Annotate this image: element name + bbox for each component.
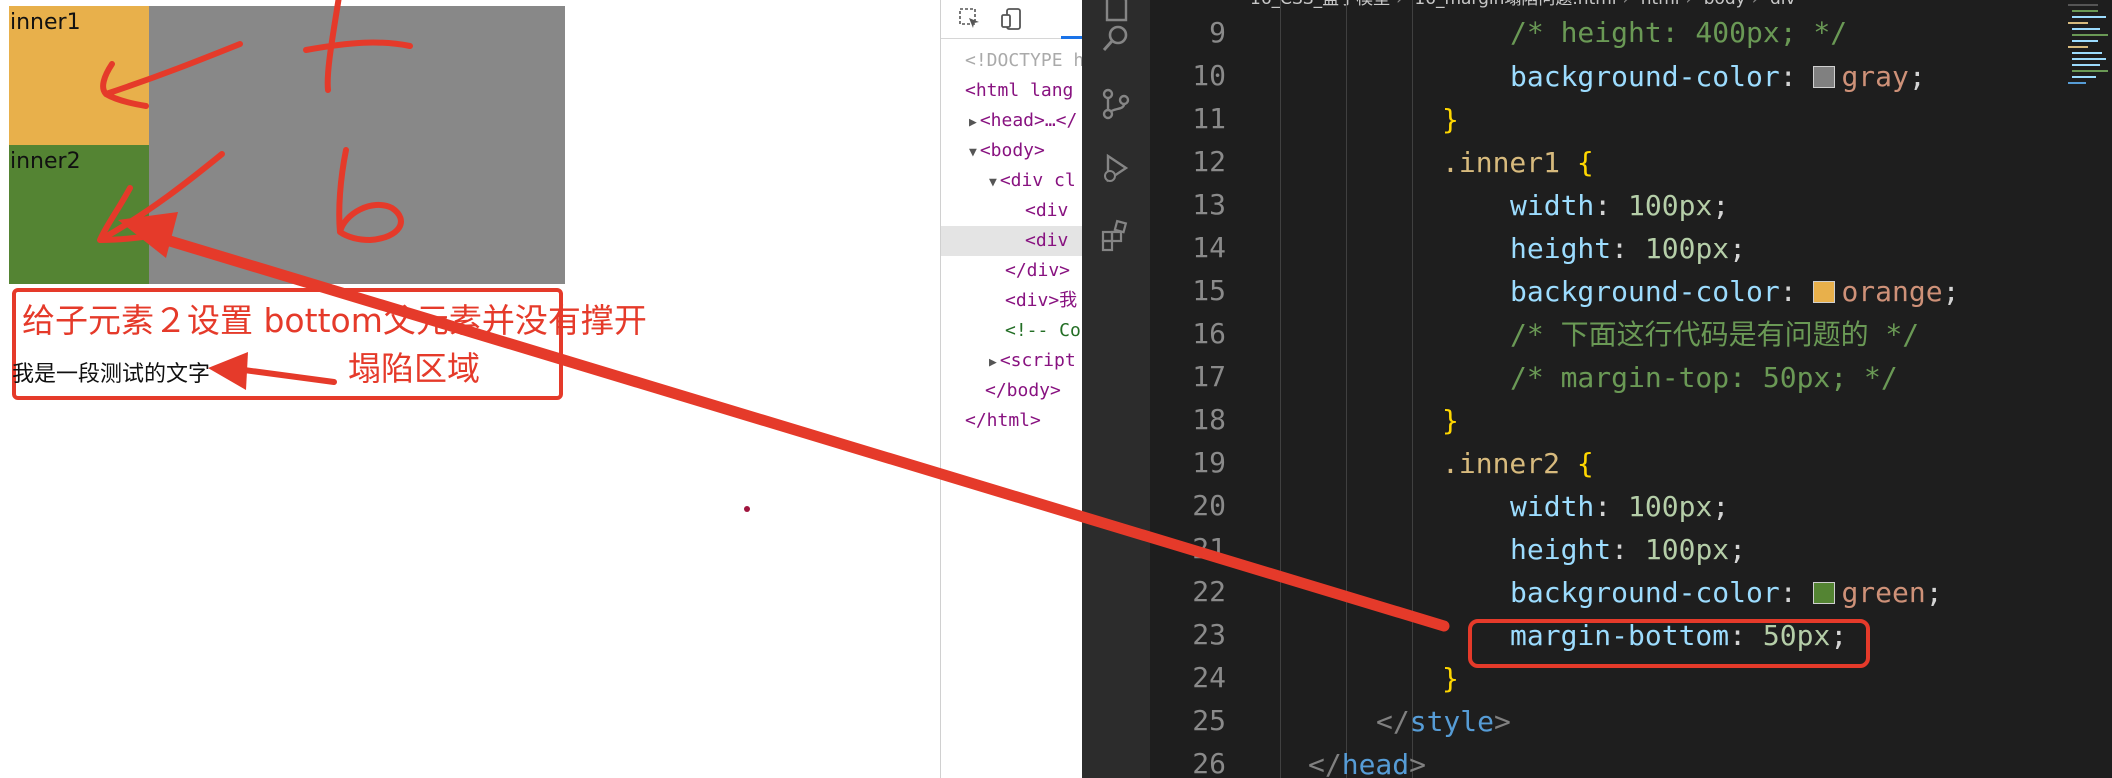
dom-node[interactable]: <!-- Co [941, 316, 1083, 346]
indent-guide [1346, 0, 1347, 778]
dom-node-text: <div [1025, 200, 1069, 221]
minimap[interactable] [2064, 0, 2112, 100]
line-number: 15 [1192, 274, 1226, 307]
test-text: 我是一段测试的文字 [12, 362, 211, 387]
line-number: 20 [1192, 489, 1226, 522]
code-line-12: .inner1 { [1442, 146, 1594, 179]
dom-node[interactable]: ▶ <head>…</ [941, 106, 1083, 136]
code-line-19: .inner2 { [1442, 447, 1594, 480]
annotation-text-2: 塌陷区域 [348, 349, 480, 388]
line-number: 11 [1192, 102, 1226, 135]
outer-box: inner1 inner2 [9, 6, 565, 284]
code-highlight-box [1468, 619, 1870, 668]
line-number: 9 [1209, 16, 1226, 49]
line-number-gutter: 9 10 11 12 13 14 15 16 17 18 19 20 21 22 23 24 25 26 [1150, 0, 1262, 778]
code-line-11: } [1442, 103, 1459, 136]
stray-dot [744, 506, 750, 512]
dom-node[interactable]: </html> [941, 406, 1083, 436]
line-number: 12 [1192, 145, 1226, 178]
collapse-triangle-icon[interactable]: ▼ [969, 145, 977, 160]
dom-node[interactable]: <!DOCTYPE h [941, 46, 1083, 76]
line-number: 14 [1192, 231, 1226, 264]
color-swatch-green[interactable] [1813, 582, 1836, 604]
source-control-icon[interactable] [1098, 86, 1134, 122]
line-number: 13 [1192, 188, 1226, 221]
dom-node[interactable]: ▼ <body> [941, 136, 1083, 166]
line-number: 17 [1192, 360, 1226, 393]
dom-node-text: <html lang [965, 80, 1074, 101]
run-debug-icon[interactable] [1098, 150, 1134, 186]
code-line-26: </head> [1308, 748, 1427, 778]
line-number: 21 [1192, 532, 1226, 565]
inner1-label: inner1 [10, 10, 81, 35]
line-number: 18 [1192, 403, 1226, 436]
dom-node-text: <div [1025, 230, 1069, 251]
code-line-14: height: 100px; [1510, 232, 1747, 265]
line-number: 26 [1192, 747, 1226, 778]
dom-node[interactable]: <div [941, 196, 1083, 226]
devtools-elements-panel: ••• <!DOCTYPE h<html lang▶<head>…</▼<bod… [940, 0, 1083, 778]
line-number: 23 [1192, 618, 1226, 651]
expand-triangle-icon[interactable]: ▶ [969, 115, 977, 130]
color-swatch-orange[interactable] [1813, 281, 1836, 303]
line-number: 22 [1192, 575, 1226, 608]
dom-node-text: </body> [985, 380, 1061, 401]
dom-node-text: <!DOCTYPE h [965, 50, 1083, 71]
page-preview: inner1 inner2 给子元素２设置 bottom父元素并没有撑开 塌陷区… [0, 0, 940, 778]
inspect-element-icon[interactable] [957, 6, 983, 32]
dom-node-text: <head>…</ [979, 110, 1078, 131]
dom-node[interactable]: </body> [941, 376, 1083, 406]
line-number: 24 [1192, 661, 1226, 694]
line-number: 16 [1192, 317, 1226, 350]
active-tab-indicator [1061, 36, 1083, 39]
dom-node[interactable]: <div>我 [941, 286, 1083, 316]
dom-node-text: <!-- Co [1005, 320, 1081, 341]
dom-node[interactable]: ▼ <div cl [941, 166, 1083, 196]
code-line-16: /* 下面这行代码是有问题的 */ [1510, 318, 1920, 351]
dom-node[interactable]: <div [941, 226, 1083, 256]
code-line-21: height: 100px; [1510, 533, 1747, 566]
dom-node-text: <div>我 [1005, 290, 1078, 311]
device-toggle-icon[interactable] [999, 6, 1025, 32]
code-line-17: /* margin-top: 50px; */ [1510, 361, 1898, 394]
devtools-toolbar [941, 0, 1083, 39]
extensions-icon[interactable] [1098, 218, 1134, 254]
dom-node-text: <script [999, 350, 1076, 371]
indent-guide [1412, 0, 1413, 778]
color-swatch-gray[interactable] [1813, 66, 1836, 88]
indent-guide [1280, 0, 1281, 778]
code-line-25: </style> [1376, 705, 1511, 738]
code-line-22: background-color: green; [1510, 576, 1943, 609]
dom-node[interactable]: <html lang [941, 76, 1083, 106]
search-icon[interactable] [1098, 20, 1134, 56]
annotation-text-1: 给子元素２设置 bottom父元素并没有撑开 [22, 301, 647, 340]
inner2-box: inner2 [9, 145, 149, 284]
code-line-9: /* height: 400px; */ [1510, 16, 1848, 49]
collapse-triangle-icon[interactable]: ▼ [989, 175, 997, 190]
line-number: 19 [1192, 446, 1226, 479]
dom-node-text: <body> [979, 140, 1045, 161]
code-line-20: width: 100px; [1510, 490, 1730, 523]
inner2-label: inner2 [10, 149, 81, 174]
line-number: 25 [1192, 704, 1226, 737]
activity-bar [1082, 0, 1150, 778]
code-line-15: background-color: orange; [1510, 275, 1960, 308]
dom-node-text: </div> [1005, 260, 1071, 281]
inner1-box: inner1 [9, 6, 149, 145]
dom-node-text: </html> [965, 410, 1041, 431]
dom-node[interactable]: ▶ <script [941, 346, 1083, 376]
code-line-13: width: 100px; [1510, 189, 1730, 222]
code-line-18: } [1442, 404, 1459, 437]
expand-triangle-icon[interactable]: ▶ [989, 355, 997, 370]
code-line-24: } [1442, 662, 1459, 695]
dom-node[interactable]: </div> [941, 256, 1083, 286]
dom-node-text: <div cl [999, 170, 1076, 191]
code-line-10: background-color: gray; [1510, 60, 1926, 93]
line-number: 10 [1192, 59, 1226, 92]
